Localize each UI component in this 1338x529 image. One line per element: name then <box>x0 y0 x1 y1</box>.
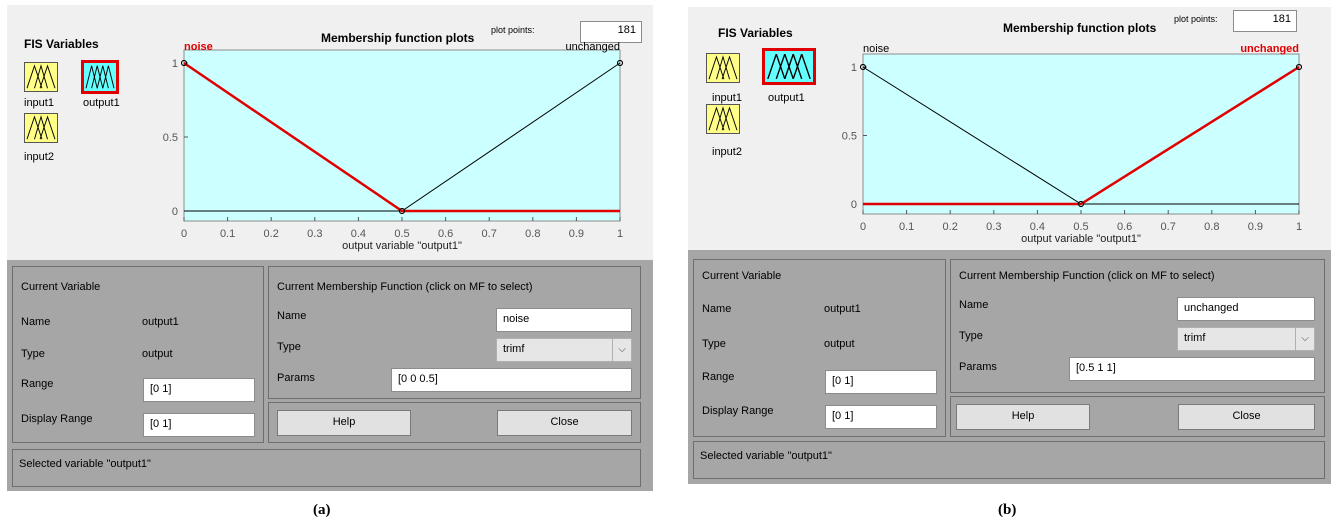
x-tick-label: 0.1 <box>899 221 914 233</box>
membership-plot-svg[interactable]: 0 0.1 0.2 0.3 0.4 0.5 0.6 0.7 0.8 0.9 1 0 0.5 1 output… <box>688 7 1331 250</box>
range-label: Range <box>21 378 54 390</box>
mf-type-label: Type <box>959 330 983 342</box>
mf-name-label: Name <box>959 299 989 311</box>
type-label: Type <box>702 338 726 350</box>
x-tick-label: 0.6 <box>438 228 453 240</box>
x-tick-label: 1 <box>1296 221 1302 233</box>
unchanged-mf-label[interactable]: unchanged <box>566 41 620 53</box>
name-label: Name <box>21 316 51 328</box>
y-tick-label: 0 <box>172 206 178 218</box>
current-mf-group: Current Membership Function (click on MF… <box>950 259 1325 393</box>
range-input[interactable]: [0 1] <box>825 370 937 394</box>
caption-a: (a) <box>313 502 331 518</box>
mf-params-label: Params <box>959 361 997 373</box>
current-mf-group: Current Membership Function (click on MF… <box>268 266 641 399</box>
status-bar: Selected variable "output1" <box>693 441 1325 479</box>
range-label: Range <box>702 371 735 383</box>
mf-params-input[interactable]: [0.5 1 1] <box>1069 357 1315 381</box>
x-axis-label: output variable "output1" <box>1021 233 1141 245</box>
lower-area: Current Variable Name output1 Type outpu… <box>7 260 653 491</box>
x-tick-label: 0.8 <box>525 228 540 240</box>
mf-type-select[interactable]: trimf ⌵ <box>1177 327 1315 351</box>
display-range-input[interactable]: [0 1] <box>143 413 255 437</box>
current-mf-title: Current Membership Function (click on MF… <box>959 270 1215 282</box>
mf-name-label: Name <box>277 310 307 322</box>
unchanged-mf-label[interactable]: unchanged <box>1240 43 1299 55</box>
x-tick-label: 0.8 <box>1204 221 1219 233</box>
y-tick-label: 1 <box>851 62 857 74</box>
x-tick-label: 0.4 <box>351 228 366 240</box>
mf-type-value: trimf <box>503 343 525 355</box>
y-tick-label: 0.5 <box>842 131 857 143</box>
x-tick-label: 0.1 <box>220 228 235 240</box>
mf-params-input[interactable]: [0 0 0.5] <box>391 368 632 392</box>
plot-background <box>183 49 621 222</box>
lower-area: Current Variable Name output1 Type outpu… <box>688 250 1331 484</box>
chevron-down-icon: ⌵ <box>1295 328 1314 350</box>
x-tick-label: 0.2 <box>264 228 279 240</box>
x-tick-label: 0.2 <box>943 221 958 233</box>
display-range-input[interactable]: [0 1] <box>825 405 937 429</box>
x-tick-label: 0.9 <box>569 228 584 240</box>
y-tick-label: 1 <box>172 58 178 70</box>
current-mf-title: Current Membership Function (click on MF… <box>277 281 533 293</box>
noise-mf-label[interactable]: noise <box>863 43 889 55</box>
help-button[interactable]: Help <box>956 404 1090 430</box>
x-tick-label: 0 <box>860 221 866 233</box>
noise-mf-label[interactable]: noise <box>184 41 213 53</box>
y-tick-label: 0 <box>851 199 857 211</box>
upper-area: FIS Variables input1 output1 input2 Memb… <box>7 5 653 260</box>
type-label: Type <box>21 348 45 360</box>
display-range-label: Display Range <box>21 413 93 425</box>
help-button[interactable]: Help <box>277 410 411 436</box>
range-input[interactable]: [0 1] <box>143 378 255 402</box>
membership-plot-svg[interactable]: 0 0.1 0.2 0.3 0.4 0.5 0.6 0.7 0.8 0.9 1 0 0.5 1 output… <box>7 5 653 260</box>
name-label: Name <box>702 303 732 315</box>
display-range-label: Display Range <box>702 405 774 417</box>
x-axis-label: output variable "output1" <box>342 240 462 252</box>
variable-type-value: output <box>824 338 855 350</box>
variable-type-value: output <box>142 348 173 360</box>
current-variable-group: Current Variable Name output1 Type outpu… <box>693 259 946 437</box>
x-tick-label: 0.3 <box>307 228 322 240</box>
x-tick-label: 0.5 <box>394 228 409 240</box>
x-tick-label: 0.5 <box>1073 221 1088 233</box>
chevron-down-icon: ⌵ <box>612 339 631 361</box>
mf-name-input[interactable]: unchanged <box>1177 297 1315 321</box>
mf-name-input[interactable]: noise <box>496 308 632 332</box>
x-tick-label: 0.6 <box>1117 221 1132 233</box>
mf-params-label: Params <box>277 372 315 384</box>
close-button[interactable]: Close <box>1178 404 1315 430</box>
mf-type-value: trimf <box>1184 332 1206 344</box>
current-variable-title: Current Variable <box>702 270 782 282</box>
current-variable-group: Current Variable Name output1 Type outpu… <box>12 266 264 443</box>
variable-name-value: output1 <box>142 316 179 328</box>
fis-editor-panel-b: FIS Variables input1 output1 input2 Memb… <box>688 7 1331 484</box>
x-tick-label: 0.7 <box>482 228 497 240</box>
fis-editor-panel-a: FIS Variables input1 output1 input2 Memb… <box>7 5 653 491</box>
plot-background <box>862 53 1300 215</box>
buttons-group: Help Close <box>268 402 641 443</box>
x-tick-label: 0 <box>181 228 187 240</box>
close-button[interactable]: Close <box>497 410 632 436</box>
x-tick-label: 1 <box>617 228 623 240</box>
x-tick-label: 0.7 <box>1161 221 1176 233</box>
buttons-group: Help Close <box>950 396 1325 437</box>
upper-area: FIS Variables input1 output1 input2 Memb… <box>688 7 1331 250</box>
mf-type-select[interactable]: trimf ⌵ <box>496 338 632 362</box>
caption-b: (b) <box>998 502 1017 518</box>
y-tick-label: 0.5 <box>163 132 178 144</box>
variable-name-value: output1 <box>824 303 861 315</box>
x-tick-label: 0.3 <box>986 221 1001 233</box>
x-tick-label: 0.4 <box>1030 221 1045 233</box>
current-variable-title: Current Variable <box>21 281 101 293</box>
mf-type-label: Type <box>277 341 301 353</box>
status-bar: Selected variable "output1" <box>12 449 641 487</box>
x-tick-label: 0.9 <box>1248 221 1263 233</box>
